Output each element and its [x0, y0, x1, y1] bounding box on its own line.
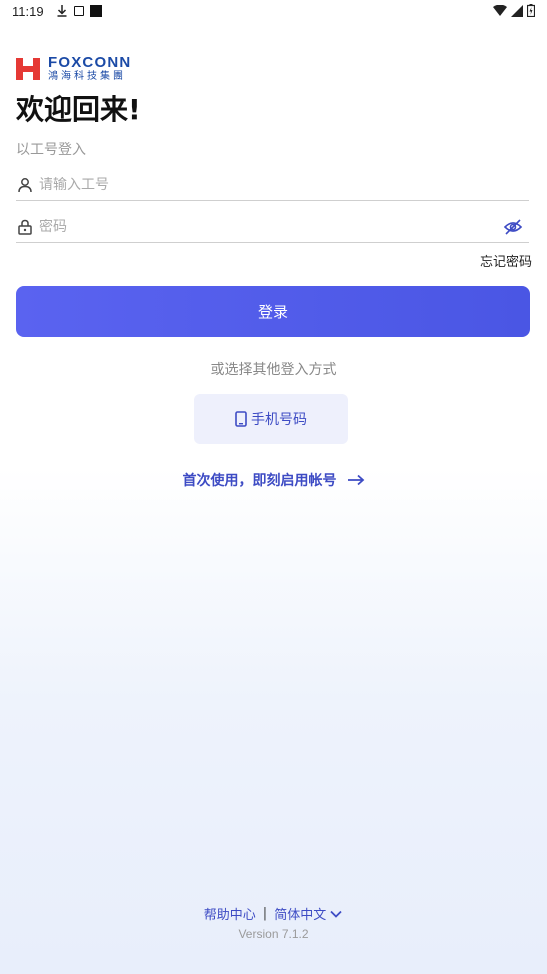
notification-a-icon: [74, 5, 84, 16]
forgot-password-link[interactable]: 忘记密码: [480, 251, 532, 270]
password-input[interactable]: [39, 219, 529, 235]
app-version: Version 7.1.2: [238, 927, 309, 941]
language-label: 简体中文: [274, 908, 327, 923]
status-system-icons: [493, 4, 535, 17]
chevron-down-icon: [330, 910, 342, 918]
status-notification-icons: [56, 4, 102, 17]
username-input[interactable]: [39, 177, 529, 193]
login-button[interactable]: 登录: [16, 286, 530, 337]
battery-icon: [527, 4, 535, 17]
username-field: [16, 170, 529, 201]
footer: 帮助中心 | 简体中文: [0, 904, 547, 923]
wifi-icon: [493, 4, 507, 16]
activate-account-label: 首次使用，即刻启用帐号: [182, 473, 337, 489]
phone-login-button[interactable]: 手机号码: [194, 394, 348, 444]
mobile-phone-icon: [235, 411, 247, 427]
activate-account-link[interactable]: 首次使用，即刻启用帐号: [0, 470, 547, 490]
lock-icon: [16, 218, 34, 236]
logo-name-cn: 鴻海科技集團: [48, 71, 126, 82]
notification-black-square-icon: [90, 4, 102, 17]
password-field: [16, 212, 529, 243]
status-bar: 11:19: [0, 0, 547, 24]
toggle-password-visibility-icon[interactable]: [503, 217, 523, 237]
user-icon: [16, 176, 34, 194]
help-center-link[interactable]: 帮助中心: [204, 904, 256, 923]
foxconn-mark-icon: [16, 56, 42, 82]
login-method-label: 以工号登入: [16, 142, 86, 158]
language-selector[interactable]: 简体中文: [274, 904, 343, 923]
download-icon: [57, 5, 67, 17]
footer-divider: |: [262, 906, 268, 921]
status-time: 11:19: [12, 4, 44, 19]
logo-name-en: FOXCONN: [48, 54, 132, 71]
phone-login-label: 手机号码: [251, 412, 307, 428]
cell-signal-icon: [511, 4, 523, 17]
page-title: 欢迎回来!: [16, 93, 141, 126]
arrow-right-icon: [347, 474, 365, 486]
foxconn-logo: FOXCONN 鴻海科技集團: [16, 55, 131, 82]
other-login-prompt: 或选择其他登入方式: [210, 362, 337, 378]
